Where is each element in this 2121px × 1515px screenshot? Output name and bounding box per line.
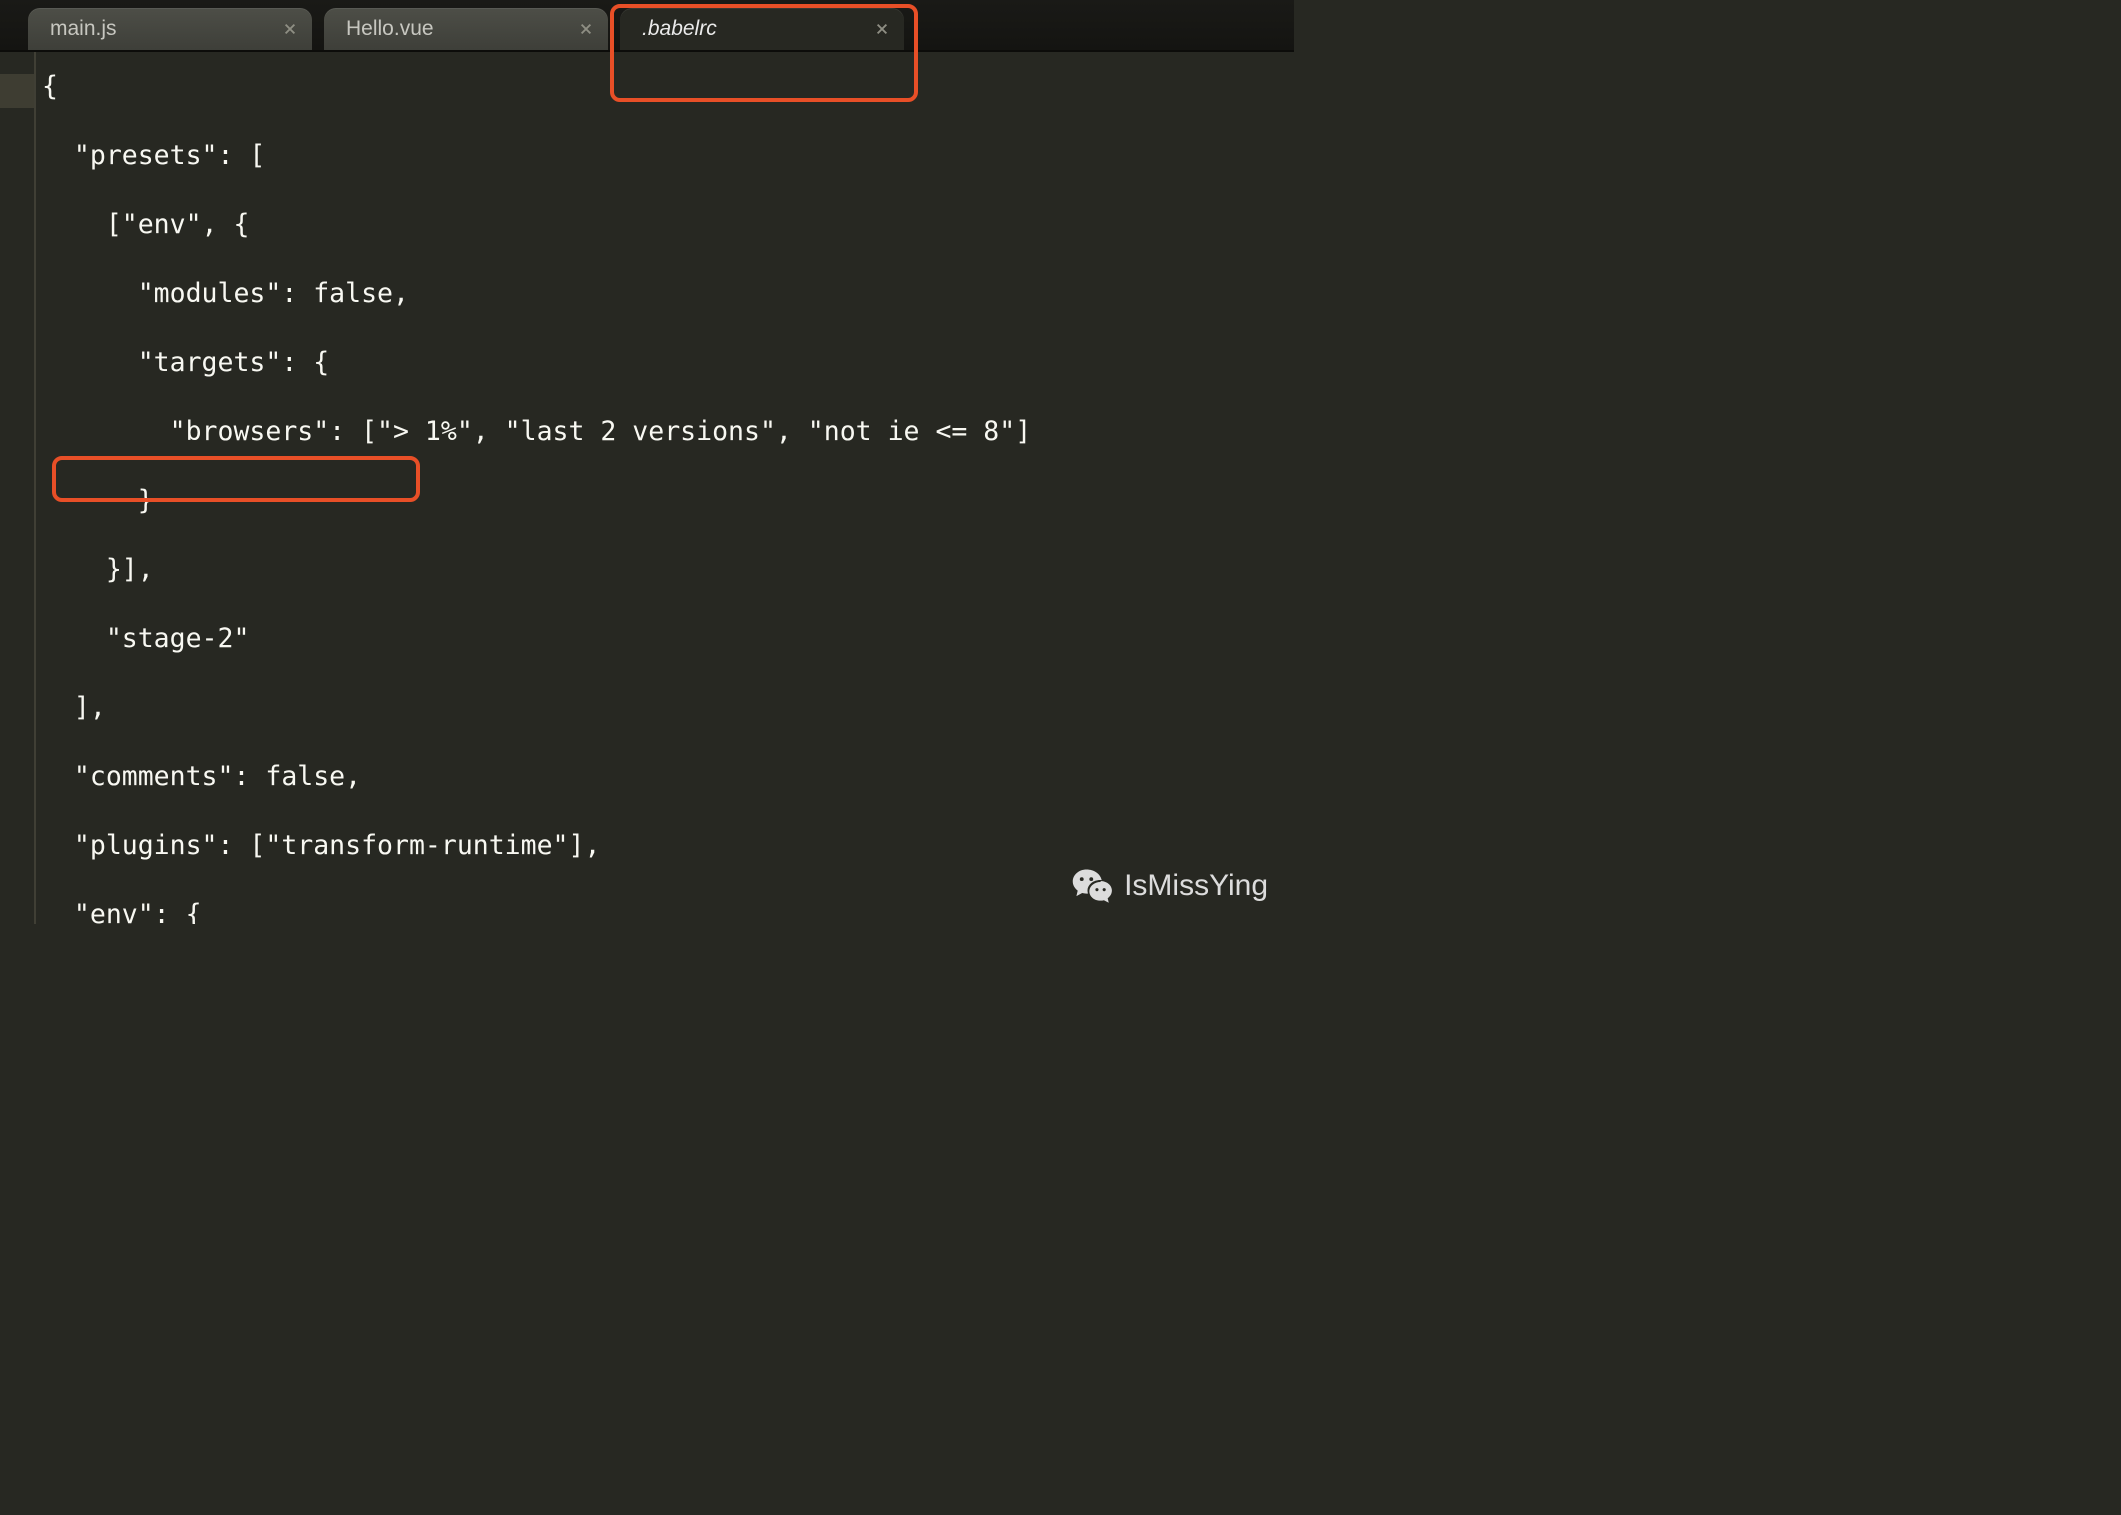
code-line: ], (42, 691, 1288, 726)
watermark-text: IsMissYing (1124, 869, 1268, 903)
tab-main-js[interactable]: main.js (28, 8, 312, 50)
watermark: IsMissYing (1070, 864, 1268, 908)
tab-hello-vue[interactable]: Hello.vue (324, 8, 608, 50)
code-area[interactable]: { "presets": [ ["env", { "modules": fals… (36, 52, 1294, 924)
close-icon[interactable] (874, 21, 890, 37)
code-line: { (42, 70, 1288, 105)
code-line: "targets": { (42, 346, 1288, 381)
code-line: }], (42, 553, 1288, 588)
code-line: "plugins": ["transform-runtime"], (42, 829, 1288, 864)
gutter (0, 52, 34, 924)
tab-label: .babelrc (642, 17, 717, 41)
code-line: "stage-2" (42, 622, 1288, 657)
code-line: "browsers": ["> 1%", "last 2 versions", … (42, 415, 1288, 450)
tab-label: main.js (50, 17, 117, 41)
code-line: "presets": [ (42, 139, 1288, 174)
code-line: "modules": false, (42, 277, 1288, 312)
tab-babelrc[interactable]: .babelrc (620, 8, 904, 50)
code-line: } (42, 484, 1288, 519)
tab-bar: main.js Hello.vue .babelrc (0, 0, 1294, 52)
tab-label: Hello.vue (346, 17, 434, 41)
code-line: "comments": false, (42, 760, 1288, 795)
code-line: ["env", { (42, 208, 1288, 243)
close-icon[interactable] (282, 21, 298, 37)
gutter-active-line (0, 74, 34, 108)
close-icon[interactable] (578, 21, 594, 37)
editor-pane[interactable]: { "presets": [ ["env", { "modules": fals… (0, 52, 1294, 924)
wechat-icon (1070, 864, 1114, 908)
